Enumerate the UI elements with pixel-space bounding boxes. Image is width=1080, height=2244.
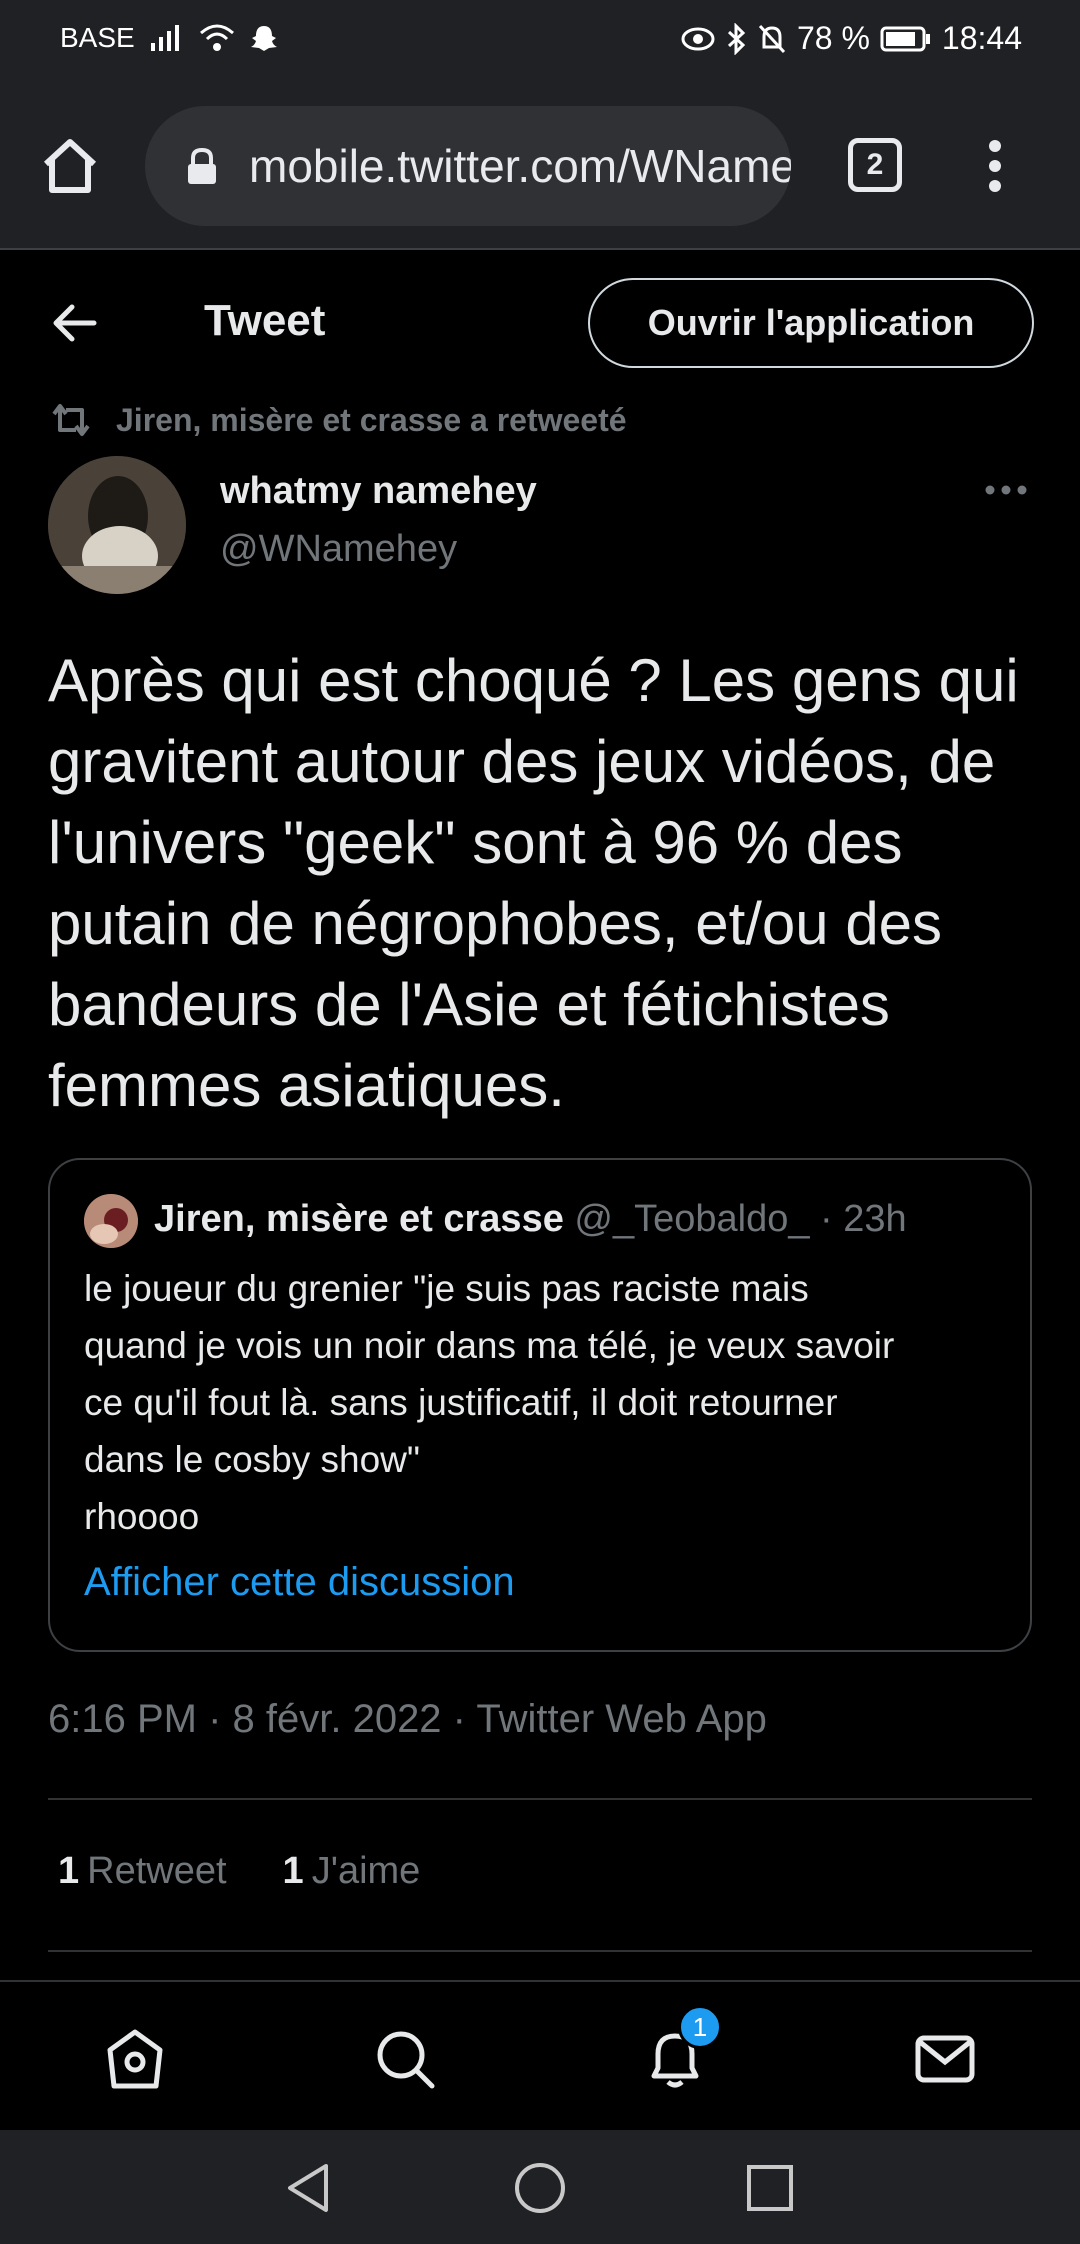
more-vert-icon[interactable] xyxy=(975,136,1015,196)
tweet-timestamp[interactable]: 6:16 PM · 8 févr. 2022 · Twitter Web App xyxy=(48,1697,767,1742)
like-stat-label: J'aime xyxy=(311,1850,421,1892)
quote-text-line: dans le cosby show" xyxy=(84,1439,421,1480)
author-name[interactable]: whatmy namehey xyxy=(220,470,537,513)
twitter-header: Tweet Ouvrir l'application xyxy=(0,250,1080,400)
quote-avatar xyxy=(84,1194,138,1248)
nav-back-icon[interactable] xyxy=(282,2160,338,2216)
wifi-icon xyxy=(199,23,235,53)
quote-header: Jiren, misère et crasse @_Teobaldo_ · 23… xyxy=(154,1198,907,1241)
mute-bell-icon xyxy=(757,23,787,55)
clock: 18:44 xyxy=(941,20,1022,56)
status-bar: BASE 78 % 18:44 xyxy=(0,0,1080,84)
retweeted-by-label: Jiren, misère et crasse a retweeté xyxy=(116,401,627,438)
tweet-stats: 1 Retweet 1 J'aime xyxy=(58,1850,420,1893)
home-icon[interactable] xyxy=(38,134,102,198)
browser-toolbar: mobile.twitter.com/WNamehey 2 xyxy=(0,84,1080,250)
notification-badge: 1 xyxy=(678,2005,722,2049)
quoted-tweet[interactable]: Jiren, misère et crasse @_Teobaldo_ · 23… xyxy=(48,1158,1032,1652)
quote-text-line: le joueur du grenier "je suis pas racist… xyxy=(84,1268,809,1309)
search-icon[interactable] xyxy=(372,2026,438,2092)
show-thread-link[interactable]: Afficher cette discussion xyxy=(84,1560,515,1605)
mail-icon[interactable] xyxy=(912,2026,978,2092)
like-count: 1 xyxy=(282,1850,304,1892)
retweet-icon xyxy=(48,400,94,440)
author-handle[interactable]: @WNamehey xyxy=(220,528,457,571)
home-icon[interactable] xyxy=(102,2026,168,2092)
bottom-tab-bar xyxy=(0,1980,1080,2130)
system-nav-bar xyxy=(0,2130,1080,2244)
divider xyxy=(48,1798,1032,1800)
open-app-button[interactable]: Ouvrir l'application xyxy=(588,278,1034,368)
like-stat[interactable]: 1 J'aime xyxy=(283,1850,421,1893)
nav-recents-icon[interactable] xyxy=(742,2160,798,2216)
tab-switcher-button[interactable]: 2 xyxy=(848,138,902,192)
quote-meta: @_Teobaldo_ · 23h xyxy=(574,1198,907,1240)
back-arrow-icon[interactable] xyxy=(50,298,100,348)
url-text: mobile.twitter.com/WNamehey xyxy=(249,140,791,192)
more-horiz-icon[interactable] xyxy=(984,480,1028,500)
battery-icon xyxy=(880,25,932,53)
quote-text-line: quand je vois un noir dans ma télé, je v… xyxy=(84,1325,895,1366)
tweet-text: Après qui est choqué ? Les gens qui grav… xyxy=(48,647,1019,1119)
retweet-context[interactable]: Jiren, misère et crasse a retweeté xyxy=(48,400,627,440)
eye-icon xyxy=(681,26,715,52)
carrier-label: BASE xyxy=(60,22,135,53)
quote-text-line: ce qu'il fout là. sans justificatif, il … xyxy=(84,1382,838,1423)
retweet-stat-label: Retweet xyxy=(87,1850,227,1892)
page-title: Tweet xyxy=(204,296,326,345)
quote-author-name: Jiren, misère et crasse xyxy=(154,1198,564,1240)
quote-text-line: rhoooo xyxy=(84,1496,200,1537)
snapchat-icon xyxy=(249,23,279,53)
divider xyxy=(48,1950,1032,1952)
retweet-stat[interactable]: 1 Retweet xyxy=(58,1850,227,1893)
nav-home-icon[interactable] xyxy=(512,2160,568,2216)
bluetooth-icon xyxy=(725,22,747,55)
battery-percent: 78 % xyxy=(796,20,870,56)
address-bar[interactable]: mobile.twitter.com/WNamehey xyxy=(145,106,791,226)
signal-icon xyxy=(149,23,185,53)
quote-text: le joueur du grenier "je suis pas racist… xyxy=(84,1260,1014,1545)
retweet-count: 1 xyxy=(58,1850,80,1892)
avatar[interactable] xyxy=(48,456,186,594)
lock-icon xyxy=(185,146,219,186)
